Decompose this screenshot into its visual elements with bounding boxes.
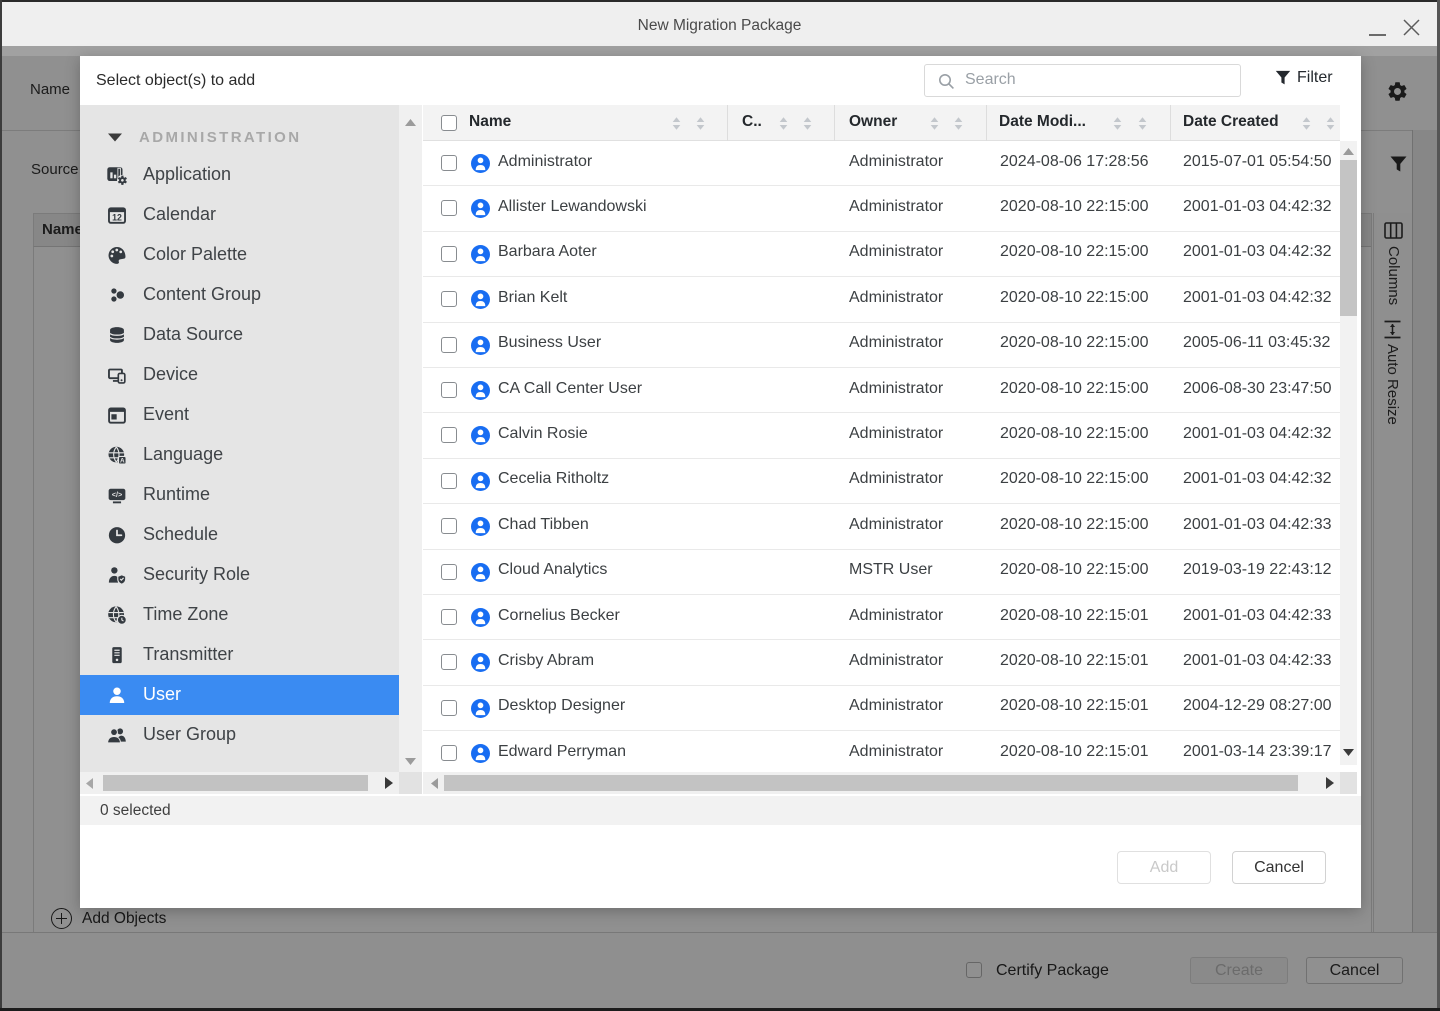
svg-text:</>: </> [112,490,122,499]
svg-text:A: A [120,458,125,465]
svg-text:12: 12 [112,212,122,222]
